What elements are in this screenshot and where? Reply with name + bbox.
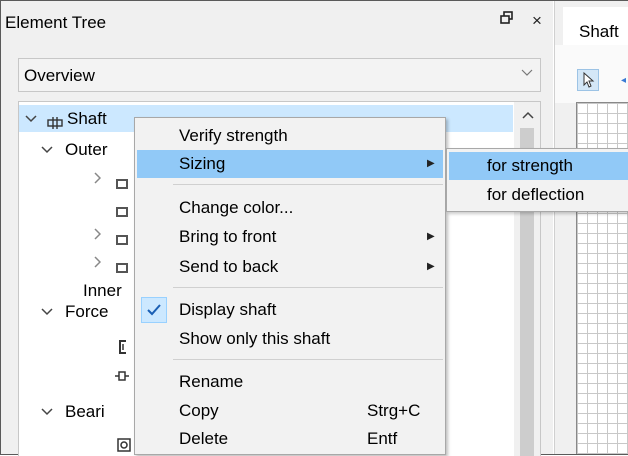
menu-item-sizing[interactable]: Sizing ▶ <box>137 150 443 178</box>
menu-item-copy[interactable]: Copy Strg+C <box>137 397 443 425</box>
chevron-right-icon[interactable] <box>93 248 102 275</box>
shaft-icon <box>47 111 63 138</box>
point-force-icon <box>115 364 129 391</box>
menu-item-label: Delete <box>179 429 229 448</box>
menu-item-show-only-this-shaft[interactable]: Show only this shaft <box>137 325 443 353</box>
toolbar-arrow-icon[interactable]: ◂ <box>621 75 626 86</box>
submenu-arrow-icon: ▶ <box>427 231 435 242</box>
menu-item-display-shaft[interactable]: Display shaft <box>137 296 443 324</box>
menu-item-label: Change color... <box>179 198 294 217</box>
pointer-tool-button[interactable] <box>577 69 599 91</box>
tree-item-force[interactable] <box>115 358 135 385</box>
submenu-arrow-icon: ▶ <box>427 158 435 169</box>
submenu-item-label: for deflection <box>487 185 585 204</box>
chevron-down-icon[interactable] <box>41 136 53 163</box>
overview-dropdown-value: Overview <box>24 66 95 85</box>
tree-item-label: Beari <box>65 402 105 421</box>
menu-item-label: Copy <box>179 401 219 420</box>
menu-item-label: Send to back <box>179 257 279 276</box>
submenu-arrow-icon: ▶ <box>427 261 435 272</box>
chevron-down-icon[interactable] <box>25 105 37 132</box>
tree-item-element[interactable] <box>93 248 133 275</box>
submenu-item-for-strength[interactable]: for strength <box>449 152 628 180</box>
cursor-arrow-icon <box>583 71 595 88</box>
tree-item-label: Shaft <box>67 109 107 128</box>
tree-item-label: Force <box>65 302 109 321</box>
tree-item-element[interactable] <box>115 192 135 219</box>
tree-item-element[interactable] <box>93 164 133 191</box>
menu-item-change-color[interactable]: Change color... <box>137 194 443 222</box>
tab-shaft[interactable]: Shaft <box>563 7 628 45</box>
close-icon[interactable]: × <box>527 11 547 31</box>
menu-item-bring-to-front[interactable]: Bring to front ▶ <box>137 223 443 251</box>
menu-item-rename[interactable]: Rename <box>137 368 443 396</box>
float-window-icon[interactable] <box>497 11 517 31</box>
bearing-icon <box>117 433 131 456</box>
shaft-view-panel: Shaft ◂ <box>554 1 628 454</box>
overview-dropdown[interactable]: Overview <box>18 58 541 92</box>
context-menu: Verify strength Sizing ▶ Change color...… <box>134 117 446 455</box>
menu-item-label: Show only this shaft <box>179 329 331 348</box>
shaft-toolbar: ◂ <box>555 45 628 103</box>
menu-item-label: Display shaft <box>179 300 277 319</box>
menu-item-label: Sizing <box>179 154 226 173</box>
chevron-down-icon[interactable] <box>41 298 53 325</box>
tree-item-element[interactable] <box>93 220 133 247</box>
tab-shaft-label: Shaft <box>579 22 619 41</box>
menu-separator <box>173 359 443 360</box>
menu-item-verify-strength[interactable]: Verify strength <box>137 122 443 150</box>
submenu-item-for-deflection[interactable]: for deflection <box>449 181 628 209</box>
chevron-right-icon[interactable] <box>93 220 102 247</box>
panel-title: Element Tree <box>5 13 107 32</box>
scroll-up-icon[interactable] <box>514 104 540 126</box>
menu-item-send-to-back[interactable]: Send to back ▶ <box>137 253 443 281</box>
chevron-down-icon <box>521 69 533 76</box>
tree-item-label: Outer <box>65 140 108 159</box>
menu-item-label: Rename <box>179 372 244 391</box>
checkmark-icon <box>141 297 167 323</box>
chevron-right-icon[interactable] <box>93 164 102 191</box>
panel-header: Element Tree × <box>1 1 553 45</box>
sizing-submenu: for strength for deflection <box>446 148 628 212</box>
menu-item-delete[interactable]: Delete Entf <box>137 425 443 453</box>
menu-separator <box>173 184 443 185</box>
menu-separator <box>173 287 443 288</box>
menu-item-shortcut: Entf <box>367 429 398 448</box>
menu-item-shortcut: Strg+C <box>367 401 421 420</box>
menu-item-label: Bring to front <box>179 227 277 246</box>
submenu-item-label: for strength <box>487 156 573 175</box>
menu-item-label: Verify strength <box>179 126 288 145</box>
chevron-down-icon[interactable] <box>41 398 53 425</box>
